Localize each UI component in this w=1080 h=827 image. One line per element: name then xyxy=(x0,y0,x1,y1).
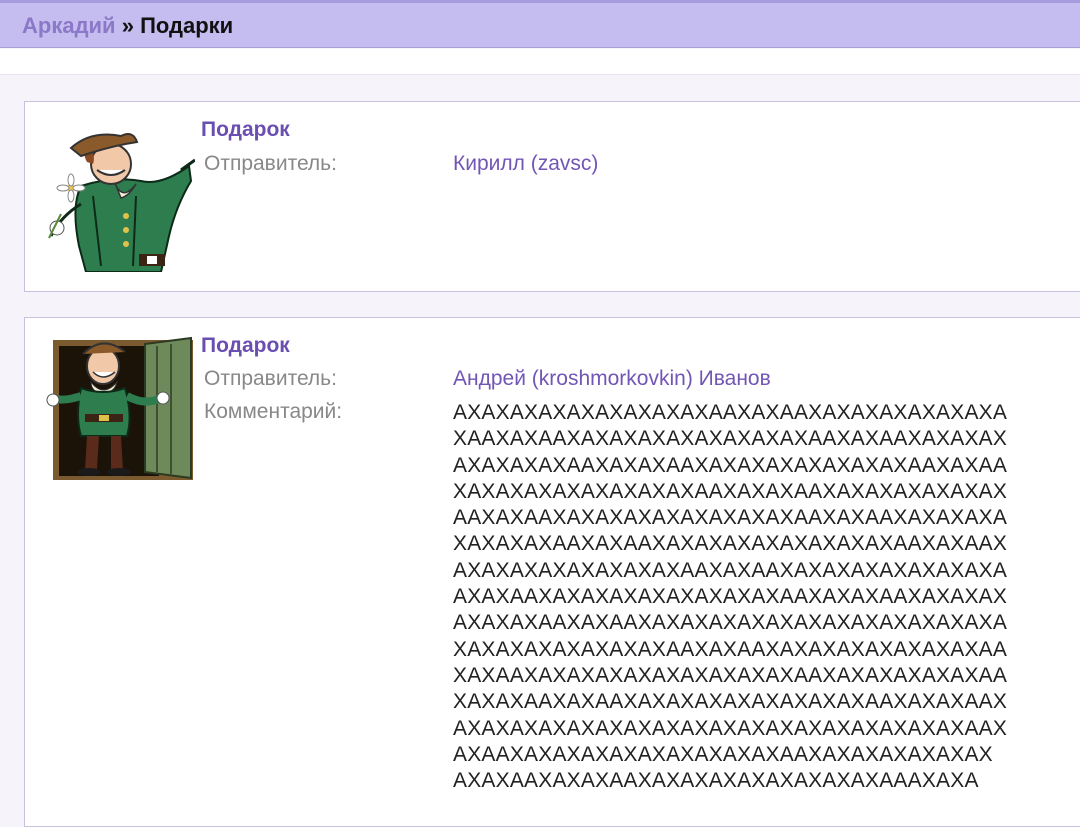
gift-card: Подарок Отправитель: Кирилл (zavsc) xyxy=(24,101,1080,292)
breadcrumb-user-link[interactable]: Аркадий xyxy=(22,13,116,38)
cartoon-squire-with-flower-icon xyxy=(48,133,196,273)
gift-image[interactable] xyxy=(45,336,195,482)
sender-link[interactable]: Андрей (kroshmorkovkin) Иванов xyxy=(453,367,771,391)
gift-title: Подарок xyxy=(201,334,290,357)
sender-link[interactable]: Кирилл (zavsc) xyxy=(453,152,598,176)
gift-title: Подарок xyxy=(201,118,290,141)
comment-label: Комментарий: xyxy=(204,400,343,423)
top-bar: Аркадий » Подарки xyxy=(0,0,1080,48)
comment-text: АХАХАХАХАХАХАХАХАХААХАХААХАХАХАХАХАХАХА … xyxy=(453,401,1008,793)
sender-label: Отправитель: xyxy=(204,367,337,390)
sender-label: Отправитель: xyxy=(204,152,337,175)
cartoon-squire-at-door-icon xyxy=(46,336,193,480)
breadcrumb-separator: » xyxy=(115,13,141,38)
gift-card: Подарок Отправитель: Андрей (kroshmorkov… xyxy=(24,317,1080,827)
gift-image[interactable] xyxy=(41,126,196,273)
subheader-strip xyxy=(0,49,1080,75)
breadcrumb: Аркадий » Подарки xyxy=(22,13,233,39)
page-title: Подарки xyxy=(140,13,234,38)
